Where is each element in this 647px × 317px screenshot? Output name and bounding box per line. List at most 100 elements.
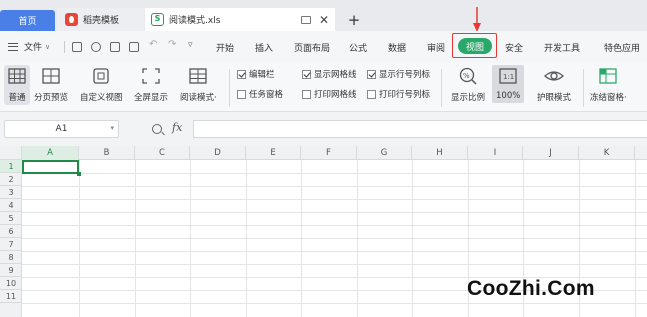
title-bar: 首页 稻壳模板 S 阅读模式.xls ✕ + [0, 0, 647, 31]
docer-logo-icon [65, 13, 78, 26]
column-header-i[interactable]: I [468, 146, 523, 160]
new-tab-button[interactable]: + [346, 8, 362, 31]
custom-view-icon [90, 65, 112, 87]
column-header-f[interactable]: F [301, 146, 357, 160]
column-header-a[interactable]: A [22, 146, 79, 160]
page-break-icon [40, 65, 62, 87]
menu-review[interactable]: 审阅 [427, 41, 445, 54]
row-header-9[interactable]: 9 [0, 264, 22, 277]
normal-view-label: 普通 [8, 93, 26, 103]
row-header-1[interactable]: 1 [0, 160, 22, 173]
menu-formula[interactable]: 公式 [349, 41, 367, 54]
zoom-100-button[interactable]: 1:1 100% [492, 65, 525, 103]
row-header-6[interactable]: 6 [0, 225, 22, 238]
gridline [22, 173, 647, 174]
file-menu-label: 文件 [24, 43, 43, 53]
row-header-3[interactable]: 3 [0, 186, 22, 199]
reading-mode-button[interactable]: 阅读模式· [180, 65, 217, 103]
column-header-e[interactable]: E [246, 146, 301, 160]
checkbox-checked-icon [367, 69, 376, 79]
task-pane-checkbox[interactable]: 任务窗格 [237, 88, 283, 100]
freeze-panes-button[interactable]: 冻结窗格· [590, 65, 627, 103]
column-header-d[interactable]: D [190, 146, 246, 160]
eye-protection-button[interactable]: 护眼模式 [537, 65, 571, 103]
normal-view-icon [6, 65, 28, 87]
checkbox-checked-icon [302, 69, 311, 79]
fullscreen-label: 全屏显示 [134, 93, 169, 103]
export-pdf-icon[interactable] [91, 42, 101, 52]
gridline [22, 264, 647, 265]
name-box[interactable]: A1 ▾ [4, 120, 119, 138]
formula-input[interactable] [193, 120, 647, 138]
menu-insert[interactable]: 插入 [255, 41, 273, 54]
print-icon[interactable] [110, 42, 120, 52]
svg-text:%: % [463, 72, 470, 80]
zoom-label: 显示比例 [451, 93, 486, 103]
edit-bar-checkbox[interactable]: 编辑栏 [237, 68, 275, 80]
row-header-7[interactable]: 7 [0, 238, 22, 251]
zoom-icon: % [457, 65, 479, 87]
chevron-down-icon[interactable]: ▾ [110, 124, 114, 132]
redo-icon[interactable]: ↷ [168, 39, 176, 50]
show-headings-checkbox[interactable]: 显示行号列标 [367, 68, 430, 80]
custom-view-label: 自定义视图 [80, 93, 123, 103]
column-header-c[interactable]: C [135, 146, 190, 160]
row-header-4[interactable]: 4 [0, 199, 22, 212]
menu-data[interactable]: 数据 [388, 41, 406, 54]
chevron-down-icon: ∨ [45, 42, 51, 51]
gridline [22, 238, 647, 239]
zoom-button[interactable]: % 显示比例 [451, 65, 485, 103]
fullscreen-button[interactable]: 全屏显示 [134, 65, 168, 103]
file-menu[interactable]: 文件 ∨ [8, 40, 50, 53]
red-highlight-box [452, 33, 497, 58]
row-header-8[interactable]: 8 [0, 251, 22, 264]
show-gridlines-checkbox[interactable]: 显示网格线 [302, 68, 357, 80]
select-all-corner[interactable] [0, 146, 22, 160]
menu-special[interactable]: 特色应用 [604, 41, 640, 54]
tab-template[interactable]: 稻壳模板 [57, 8, 144, 31]
row-header-2[interactable]: 2 [0, 173, 22, 186]
row-header-10[interactable]: 10 [0, 277, 22, 290]
checkbox-icon [302, 89, 311, 99]
print-headings-label: 打印行号列标 [379, 90, 431, 100]
menu-page-layout[interactable]: 页面布局 [294, 41, 330, 54]
tab-file[interactable]: S 阅读模式.xls ✕ [145, 8, 335, 31]
page-break-preview-button[interactable]: 分页预览 [34, 65, 68, 103]
show-gridlines-label: 显示网格线 [314, 70, 357, 80]
save-icon[interactable] [72, 42, 82, 52]
gridline [22, 199, 647, 200]
customize-toolbar-icon[interactable]: ▿ [188, 40, 193, 50]
close-tab-icon[interactable]: ✕ [319, 13, 329, 27]
print-preview-icon[interactable] [129, 42, 139, 52]
float-window-icon[interactable] [300, 15, 311, 24]
search-icon[interactable] [152, 124, 162, 134]
gridline [22, 225, 647, 226]
column-header-g[interactable]: G [357, 146, 412, 160]
checkbox-icon [367, 89, 376, 99]
print-headings-checkbox[interactable]: 打印行号列标 [367, 88, 430, 100]
normal-view-button[interactable]: 普通 [4, 65, 30, 105]
column-header-h[interactable]: H [412, 146, 468, 160]
row-header-11[interactable]: 11 [0, 290, 22, 303]
checkbox-checked-icon [237, 69, 246, 79]
fullscreen-icon [140, 65, 162, 87]
menu-developer[interactable]: 开发工具 [544, 41, 580, 54]
custom-view-button[interactable]: 自定义视图 [80, 65, 123, 103]
column-header-b[interactable]: B [79, 146, 135, 160]
undo-icon[interactable]: ↶ [149, 39, 157, 50]
tab-home[interactable]: 首页 [0, 10, 55, 31]
column-headers: A B C D E F G H I J K [0, 146, 647, 160]
column-header-j[interactable]: J [523, 146, 579, 160]
separator [583, 69, 584, 107]
column-header-k[interactable]: K [579, 146, 635, 160]
insert-function-icon[interactable]: fx [172, 121, 182, 134]
eye-icon [543, 65, 565, 87]
menu-security[interactable]: 安全 [505, 41, 523, 54]
gridline [22, 186, 647, 187]
row-header-5[interactable]: 5 [0, 212, 22, 225]
active-cell-a1[interactable] [22, 160, 81, 176]
print-gridlines-checkbox[interactable]: 打印网格线 [302, 88, 357, 100]
gridline [22, 303, 647, 304]
menu-start[interactable]: 开始 [216, 41, 234, 54]
menu-bar: 文件 ∨ ↶ ↷ ▿ 开始 插入 页面布局 公式 数据 审阅 安全 开发工具 特… [0, 31, 647, 63]
